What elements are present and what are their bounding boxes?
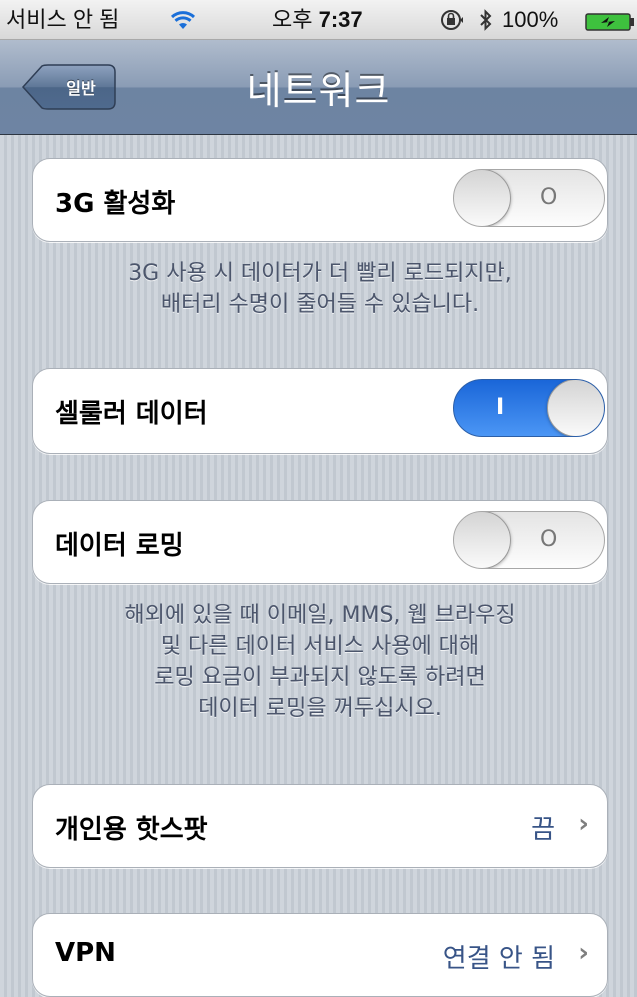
status-bar: 서비스 안 됨 오후 7:37 100%: [0, 0, 637, 40]
wifi-icon: [170, 10, 196, 35]
setting-vpn-label: VPN: [55, 938, 116, 968]
footer-line: 데이터 로밍을 꺼두십시오.: [198, 696, 442, 721]
toggle-3g-off-glyph: O: [540, 185, 558, 210]
battery-charging-icon: [585, 12, 635, 36]
setting-cellular-data: 셀룰러 데이터 I: [32, 368, 608, 454]
battery-percent: 100%: [502, 7, 559, 32]
footer-line: 및 다른 데이터 서비스 사용에 대해: [160, 634, 480, 659]
setting-roaming-label: 데이터 로밍: [55, 531, 184, 561]
page-title: 네트워크: [246, 69, 391, 113]
setting-3g-footer: 3G 사용 시 데이터가 더 빨리 로드되지만, 배터리 수명이 줄어들 수 있…: [32, 258, 608, 320]
toggle-3g[interactable]: O: [453, 169, 605, 227]
setting-hotspot-value: 끔: [531, 815, 555, 845]
setting-vpn[interactable]: VPN 연결 안 됨 ›: [32, 913, 608, 997]
setting-hotspot-label: 개인용 핫스팟: [55, 815, 208, 845]
chevron-right-icon: ›: [578, 809, 589, 839]
toggle-knob: [454, 170, 511, 226]
rotation-lock-icon: [440, 9, 464, 36]
setting-data-roaming: 데이터 로밍 O: [32, 500, 608, 584]
clock: 오후 7:37: [272, 8, 363, 32]
toggle-roaming-off-glyph: O: [540, 527, 558, 552]
footer-line: 3G 사용 시 데이터가 더 빨리 로드되지만,: [128, 261, 512, 286]
toggle-knob: [547, 380, 604, 436]
setting-personal-hotspot[interactable]: 개인용 핫스팟 끔 ›: [32, 784, 608, 868]
footer-line: 해외에 있을 때 이메일, MMS, 웹 브라우징: [124, 603, 516, 628]
chevron-right-icon: ›: [578, 938, 589, 968]
setting-3g-label: 3G 활성화: [55, 189, 176, 219]
footer-line: 로밍 요금이 부과되지 않도록 하려면: [154, 665, 486, 690]
time-prefix: 오후: [272, 7, 313, 32]
time-value: 7:37: [318, 7, 363, 32]
toggle-data-roaming[interactable]: O: [453, 511, 605, 569]
setting-roaming-footer: 해외에 있을 때 이메일, MMS, 웹 브라우징 및 다른 데이터 서비스 사…: [32, 600, 608, 724]
footer-line: 배터리 수명이 줄어들 수 있습니다.: [160, 292, 480, 317]
setting-3g: 3G 활성화 O: [32, 158, 608, 242]
navigation-bar: 일반 네트워크: [0, 40, 637, 135]
setting-vpn-value: 연결 안 됨: [442, 944, 555, 974]
toggle-knob: [454, 512, 511, 568]
toggle-cellular-data[interactable]: I: [453, 379, 605, 437]
bluetooth-icon: [478, 8, 494, 37]
carrier-label: 서비스 안 됨: [6, 7, 120, 32]
setting-cellular-label: 셀룰러 데이터: [55, 399, 208, 429]
toggle-cellular-on-glyph: I: [496, 395, 505, 420]
